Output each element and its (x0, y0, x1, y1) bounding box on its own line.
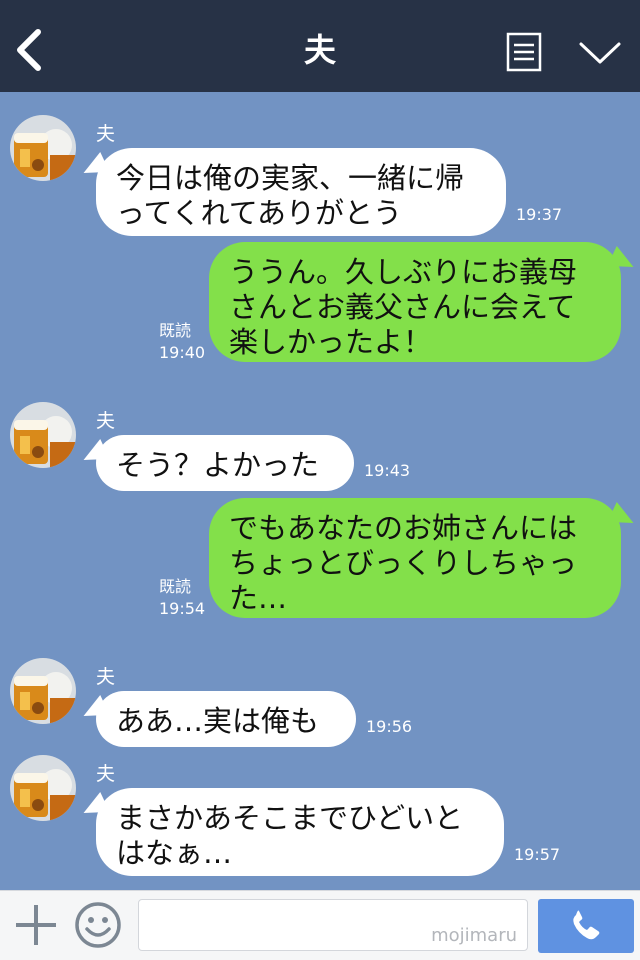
beer-photo-icon (10, 658, 76, 724)
message-time: 19:43 (364, 461, 411, 480)
avatar[interactable] (10, 755, 76, 821)
avatar[interactable] (10, 658, 76, 724)
message-bubble-sent[interactable]: でもあなたのお姉さんにはちょっとびっくりしちゃった… (209, 498, 621, 618)
message-bubble-received[interactable]: そう？よかった (96, 435, 354, 491)
beer-photo-icon (10, 402, 76, 468)
message-time: 19:56 (366, 717, 413, 736)
message-input[interactable]: mojimaru (138, 899, 528, 951)
beer-photo-icon (10, 115, 76, 181)
read-receipt: 既読 (159, 321, 192, 340)
sender-name: 夫 (96, 763, 116, 785)
message-bubble-sent[interactable]: ううん。久しぶりにお義母さんとお義父さんに会えて楽しかったよ！ (209, 242, 621, 362)
smiley-icon[interactable] (74, 901, 122, 949)
chat-header: 夫 (0, 0, 640, 92)
message-bubble-received[interactable]: ああ…実は俺も (96, 691, 356, 747)
message-time: 19:57 (514, 845, 561, 864)
sender-name: 夫 (96, 410, 116, 432)
phone-icon (573, 910, 600, 940)
read-receipt: 既読 (159, 577, 192, 596)
menu-list-icon[interactable] (506, 32, 542, 72)
call-button[interactable] (538, 899, 634, 953)
message-time: 19:37 (516, 205, 563, 224)
avatar[interactable] (10, 402, 76, 468)
sender-name: 夫 (96, 123, 116, 145)
watermark: mojimaru (431, 925, 517, 946)
chevron-down-icon[interactable] (578, 38, 622, 68)
beer-photo-icon (10, 755, 76, 821)
message-input-bar: mojimaru (0, 890, 640, 960)
message-bubble-received[interactable]: 今日は俺の実家、一緒に帰ってくれてありがとう (96, 148, 506, 236)
message-bubble-received[interactable]: まさかあそこまでひどいとはなぁ… (96, 788, 504, 876)
sender-name: 夫 (96, 666, 116, 688)
message-time: 19:40 (159, 343, 206, 362)
avatar[interactable] (10, 115, 76, 181)
plus-icon[interactable] (14, 903, 58, 947)
message-time: 19:54 (159, 599, 206, 618)
chat-area[interactable]: 夫 今日は俺の実家、一緒に帰ってくれてありがとう 19:37 既読 19:40 … (0, 92, 640, 890)
chat-title: 夫 (303, 31, 336, 69)
